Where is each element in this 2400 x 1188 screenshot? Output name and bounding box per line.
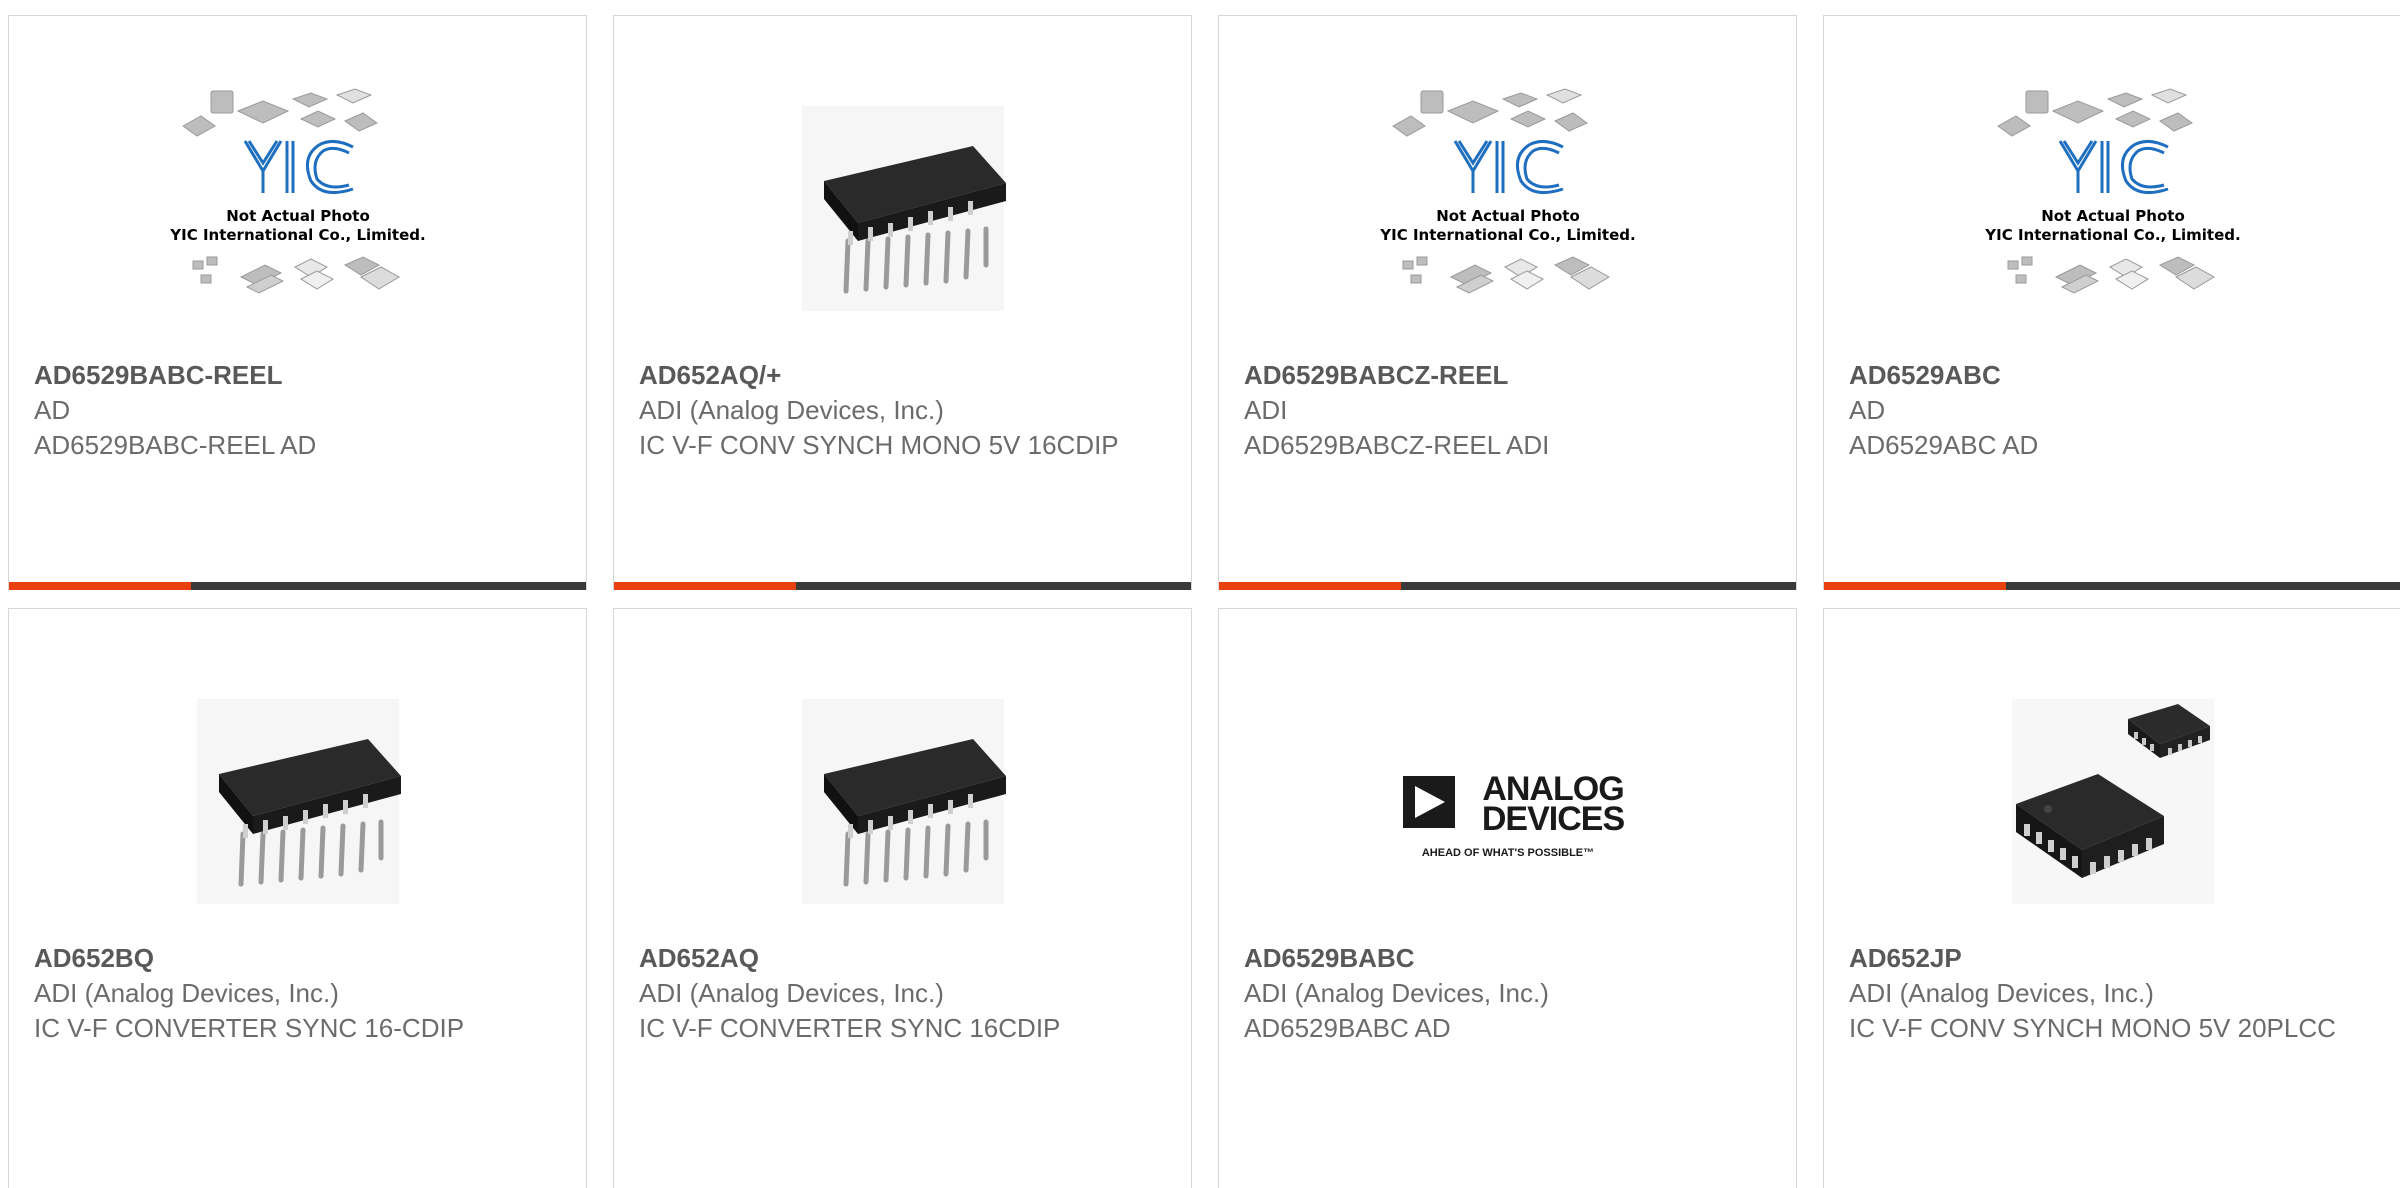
manufacturer: ADI (Analog Devices, Inc.): [1244, 978, 1549, 1008]
product-image-placeholder[interactable]: Not Actual Photo YIC International Co., …: [1978, 81, 2248, 341]
logo-tagline: AHEAD OF WHAT'S POSSIBLE™: [1421, 847, 1593, 859]
description: AD6529BABCZ-REEL ADI: [1244, 430, 1550, 460]
description: IC V-F CONV SYNCH MONO 5V 20PLCC: [1849, 1013, 2336, 1043]
product-card[interactable]: AD652JP ADI (Analog Devices, Inc.) IC V-…: [1823, 608, 2400, 1188]
product-card[interactable]: AD652AQ/+ ADI (Analog Devices, Inc.) IC …: [613, 15, 1192, 590]
placeholder-caption-line2: YIC International Co., Limited.: [1984, 226, 2240, 244]
placeholder-caption-line1: Not Actual Photo: [1436, 207, 1580, 225]
part-number[interactable]: AD652AQ/+: [639, 358, 1131, 393]
product-card[interactable]: Not Actual Photo YIC International Co., …: [8, 15, 587, 590]
product-card[interactable]: AD652BQ ADI (Analog Devices, Inc.) IC V-…: [8, 608, 587, 1188]
product-card[interactable]: AD652AQ ADI (Analog Devices, Inc.) IC V-…: [613, 608, 1192, 1188]
card-bottom-bar: [1824, 582, 2400, 590]
accent-bar: [1219, 582, 1401, 590]
product-image-placeholder[interactable]: Not Actual Photo YIC International Co., …: [163, 81, 433, 341]
card-bottom-bar: [614, 582, 1191, 590]
manufacturer: ADI (Analog Devices, Inc.): [1849, 978, 2154, 1008]
product-card[interactable]: Not Actual Photo YIC International Co., …: [1218, 15, 1797, 590]
product-card[interactable]: ANALOG DEVICES AHEAD OF WHAT'S POSSIBLE™…: [1218, 608, 1797, 1188]
manufacturer: ADI (Analog Devices, Inc.): [34, 978, 339, 1008]
card-bottom-bar: [9, 582, 586, 590]
plcc-chip-image[interactable]: [1978, 674, 2248, 934]
logo-devices-text: DEVICES: [1481, 800, 1624, 838]
dip-chip-image[interactable]: [768, 674, 1038, 934]
product-image-placeholder[interactable]: Not Actual Photo YIC International Co., …: [1373, 81, 1643, 341]
accent-bar: [614, 582, 796, 590]
product-info: AD652JP ADI (Analog Devices, Inc.) IC V-…: [1849, 941, 2341, 1046]
placeholder-caption-line2: YIC International Co., Limited.: [169, 226, 425, 244]
dip-chip-image[interactable]: [768, 81, 1038, 341]
accent-bar: [1824, 582, 2006, 590]
analog-devices-logo-image[interactable]: ANALOG DEVICES AHEAD OF WHAT'S POSSIBLE™: [1373, 674, 1643, 934]
part-number[interactable]: AD6529BABCZ-REEL: [1244, 358, 1736, 393]
part-number[interactable]: AD652BQ: [34, 941, 526, 976]
part-number[interactable]: AD652AQ: [639, 941, 1131, 976]
description: IC V-F CONVERTER SYNC 16CDIP: [639, 1013, 1061, 1043]
description: AD6529BABC AD: [1244, 1013, 1451, 1043]
product-info: AD6529BABC-REEL AD AD6529BABC-REEL AD: [34, 358, 526, 463]
description: AD6529BABC-REEL AD: [34, 430, 317, 460]
product-card[interactable]: Not Actual Photo YIC International Co., …: [1823, 15, 2400, 590]
placeholder-caption-line2: YIC International Co., Limited.: [1379, 226, 1635, 244]
part-number[interactable]: AD652JP: [1849, 941, 2341, 976]
manufacturer: ADI (Analog Devices, Inc.): [639, 395, 944, 425]
part-number[interactable]: AD6529BABC-REEL: [34, 358, 526, 393]
product-info: AD6529ABC AD AD6529ABC AD: [1849, 358, 2341, 463]
dip-chip-image[interactable]: [163, 674, 433, 934]
manufacturer: AD: [1849, 395, 1886, 425]
product-info: AD6529BABC ADI (Analog Devices, Inc.) AD…: [1244, 941, 1736, 1046]
description: IC V-F CONVERTER SYNC 16-CDIP: [34, 1013, 465, 1043]
part-number[interactable]: AD6529BABC: [1244, 941, 1736, 976]
product-info: AD6529BABCZ-REEL ADI AD6529BABCZ-REEL AD…: [1244, 358, 1736, 463]
description: IC V-F CONV SYNCH MONO 5V 16CDIP: [639, 430, 1119, 460]
placeholder-caption-line1: Not Actual Photo: [2041, 207, 2185, 225]
part-number[interactable]: AD6529ABC: [1849, 358, 2341, 393]
manufacturer: AD: [34, 395, 71, 425]
manufacturer: ADI: [1244, 395, 1288, 425]
card-bottom-bar: [1219, 582, 1796, 590]
product-grid: Not Actual Photo YIC International Co., …: [8, 15, 2400, 1188]
product-info: AD652AQ/+ ADI (Analog Devices, Inc.) IC …: [639, 358, 1131, 463]
placeholder-caption-line1: Not Actual Photo: [226, 207, 370, 225]
accent-bar: [9, 582, 191, 590]
description: AD6529ABC AD: [1849, 430, 2039, 460]
product-info: AD652BQ ADI (Analog Devices, Inc.) IC V-…: [34, 941, 526, 1046]
manufacturer: ADI (Analog Devices, Inc.): [639, 978, 944, 1008]
product-info: AD652AQ ADI (Analog Devices, Inc.) IC V-…: [639, 941, 1131, 1046]
